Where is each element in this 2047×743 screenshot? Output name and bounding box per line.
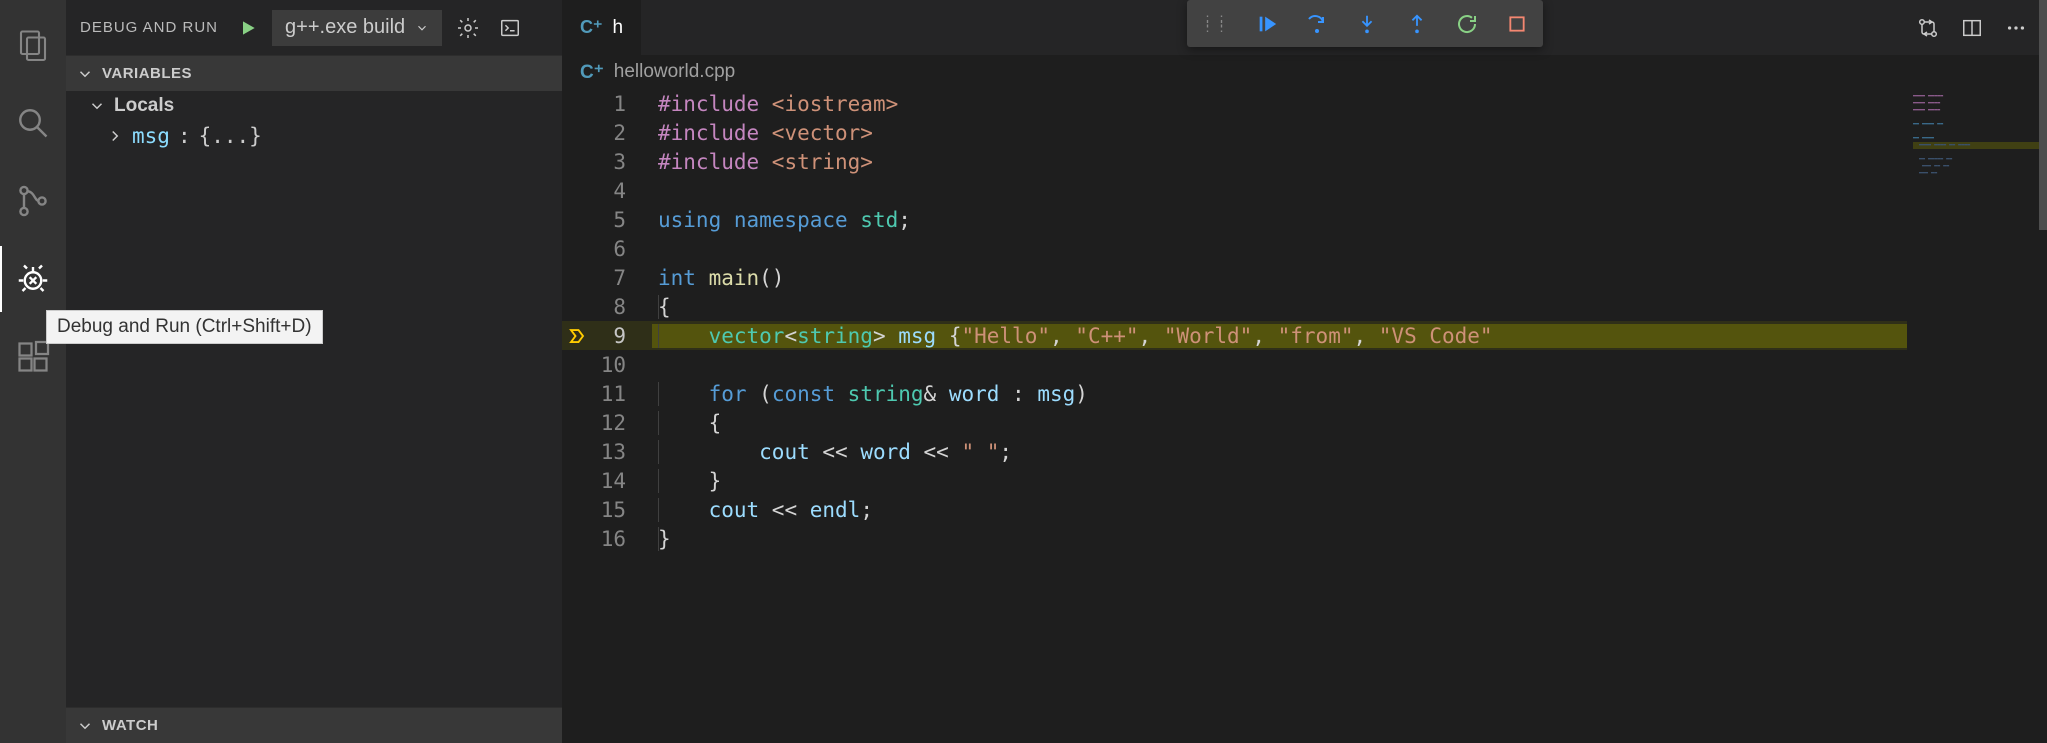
code-line[interactable]: 7int main() bbox=[562, 263, 1907, 292]
variable-row[interactable]: msg: {...} bbox=[66, 121, 562, 151]
code-content[interactable]: using namespace std; bbox=[652, 208, 1907, 232]
code-line[interactable]: 13 cout << word << " "; bbox=[562, 437, 1907, 466]
line-number: 5 bbox=[592, 208, 652, 232]
editor-area: C⁺ h C⁺ helloworld.cpp 1#include <iostre… bbox=[562, 0, 2047, 743]
code-line[interactable]: 14 } bbox=[562, 466, 1907, 495]
execution-pointer-icon[interactable] bbox=[562, 327, 592, 345]
watch-section-header[interactable]: WATCH bbox=[66, 707, 562, 743]
line-number: 12 bbox=[592, 411, 652, 435]
step-into-button[interactable] bbox=[1355, 12, 1379, 36]
variables-section-label: VARIABLES bbox=[102, 65, 192, 82]
variables-body: Locals msg: {...} bbox=[66, 91, 562, 151]
code-content[interactable]: #include <string> bbox=[652, 150, 1907, 174]
vertical-scrollbar[interactable] bbox=[2039, 0, 2047, 230]
variables-scope-label: Locals bbox=[114, 95, 174, 117]
explorer-icon[interactable] bbox=[0, 12, 66, 78]
variable-value: {...} bbox=[199, 124, 262, 148]
code-content[interactable]: cout << endl; bbox=[652, 498, 1907, 522]
breadcrumb-label: helloworld.cpp bbox=[614, 61, 735, 83]
sidebar-title: DEBUG AND RUN bbox=[80, 19, 224, 36]
editor-tab-label: h bbox=[613, 17, 624, 39]
variable-name: msg bbox=[132, 124, 170, 148]
line-number: 7 bbox=[592, 266, 652, 290]
code-content[interactable]: cout << word << " "; bbox=[652, 440, 1907, 464]
debug-run-icon[interactable] bbox=[0, 246, 66, 312]
continue-button[interactable] bbox=[1255, 12, 1279, 36]
variable-colon: : bbox=[178, 124, 191, 148]
line-number: 4 bbox=[592, 179, 652, 203]
code-content[interactable]: #include <vector> bbox=[652, 121, 1907, 145]
compare-changes-icon[interactable] bbox=[1915, 15, 1941, 41]
line-number: 10 bbox=[592, 353, 652, 377]
editor-tab[interactable]: C⁺ h bbox=[562, 0, 642, 55]
activity-bar bbox=[0, 0, 66, 743]
line-number: 2 bbox=[592, 121, 652, 145]
chevron-down-icon bbox=[415, 21, 429, 35]
code-content[interactable]: for (const string& word : msg) bbox=[652, 382, 1907, 406]
code-line[interactable]: 5using namespace std; bbox=[562, 205, 1907, 234]
activity-tooltip: Debug and Run (Ctrl+Shift+D) bbox=[46, 310, 323, 344]
variables-scope[interactable]: Locals bbox=[66, 91, 562, 121]
sidebar-spacer bbox=[66, 151, 562, 707]
code-content[interactable]: { bbox=[652, 295, 1907, 319]
code-content[interactable]: } bbox=[652, 527, 1907, 551]
sidebar-header: DEBUG AND RUN g++.exe build bbox=[66, 0, 562, 55]
code-line[interactable]: 12 { bbox=[562, 408, 1907, 437]
code-content[interactable]: #include <iostream> bbox=[652, 92, 1907, 116]
code-content[interactable]: } bbox=[652, 469, 1907, 493]
code-line[interactable]: 2#include <vector> bbox=[562, 118, 1907, 147]
line-number: 8 bbox=[592, 295, 652, 319]
code-line[interactable]: 3#include <string> bbox=[562, 147, 1907, 176]
breadcrumb[interactable]: C⁺ helloworld.cpp bbox=[562, 55, 2047, 89]
app-root: DEBUG AND RUN g++.exe build VARIABLES bbox=[0, 0, 2047, 743]
code-line[interactable]: 4 bbox=[562, 176, 1907, 205]
code-line[interactable]: 10 bbox=[562, 350, 1907, 379]
restart-button[interactable] bbox=[1455, 12, 1479, 36]
code-line[interactable]: 8{ bbox=[562, 292, 1907, 321]
line-number: 11 bbox=[592, 382, 652, 406]
code-content[interactable]: vector<string> msg {"Hello", "C++", "Wor… bbox=[652, 324, 1907, 348]
source-control-icon[interactable] bbox=[0, 168, 66, 234]
line-number: 3 bbox=[592, 150, 652, 174]
code-content[interactable]: int main() bbox=[652, 266, 1907, 290]
code-line[interactable]: 6 bbox=[562, 234, 1907, 263]
line-number: 13 bbox=[592, 440, 652, 464]
settings-gear-icon[interactable] bbox=[452, 12, 484, 44]
minimap[interactable]: ▬▬▬▬ ▬▬▬▬▬ ▬▬▬▬ ▬▬▬▬ ▬▬▬▬ ▬▬▬▬ ▬▬ ▬▬▬▬ ▬… bbox=[1907, 89, 2047, 743]
code-editor[interactable]: 1#include <iostream>2#include <vector>3#… bbox=[562, 89, 1907, 743]
debug-toolbar[interactable]: ⋮⋮⋮⋮ bbox=[1187, 0, 1543, 47]
editor-actions bbox=[1915, 0, 2047, 55]
drag-handle-icon[interactable]: ⋮⋮⋮⋮ bbox=[1201, 18, 1229, 30]
split-editor-icon[interactable] bbox=[1959, 15, 1985, 41]
launch-config-label: g++.exe build bbox=[285, 16, 405, 39]
stop-button[interactable] bbox=[1505, 12, 1529, 36]
code-line[interactable]: 1#include <iostream> bbox=[562, 89, 1907, 118]
line-number: 9 bbox=[592, 324, 652, 348]
launch-config-select[interactable]: g++.exe build bbox=[272, 10, 442, 46]
code-content[interactable]: { bbox=[652, 411, 1907, 435]
more-actions-icon[interactable] bbox=[2003, 15, 2029, 41]
line-number: 15 bbox=[592, 498, 652, 522]
start-debug-button[interactable] bbox=[234, 14, 262, 42]
step-over-button[interactable] bbox=[1305, 12, 1329, 36]
code-line[interactable]: 16} bbox=[562, 524, 1907, 553]
line-number: 16 bbox=[592, 527, 652, 551]
variables-section-header[interactable]: VARIABLES bbox=[66, 55, 562, 91]
code-line[interactable]: 15 cout << endl; bbox=[562, 495, 1907, 524]
watch-section-label: WATCH bbox=[102, 717, 158, 734]
code-line[interactable]: 9 vector<string> msg {"Hello", "C++", "W… bbox=[562, 321, 1907, 350]
cpp-file-icon: C⁺ bbox=[580, 17, 603, 38]
code-body: 1#include <iostream>2#include <vector>3#… bbox=[562, 89, 2047, 743]
line-number: 6 bbox=[592, 237, 652, 261]
line-number: 14 bbox=[592, 469, 652, 493]
step-out-button[interactable] bbox=[1405, 12, 1429, 36]
cpp-file-icon: C⁺ bbox=[580, 61, 604, 84]
debug-console-icon[interactable] bbox=[494, 12, 526, 44]
search-icon[interactable] bbox=[0, 90, 66, 156]
code-line[interactable]: 11 for (const string& word : msg) bbox=[562, 379, 1907, 408]
debug-sidebar: DEBUG AND RUN g++.exe build VARIABLES bbox=[66, 0, 562, 743]
line-number: 1 bbox=[592, 92, 652, 116]
